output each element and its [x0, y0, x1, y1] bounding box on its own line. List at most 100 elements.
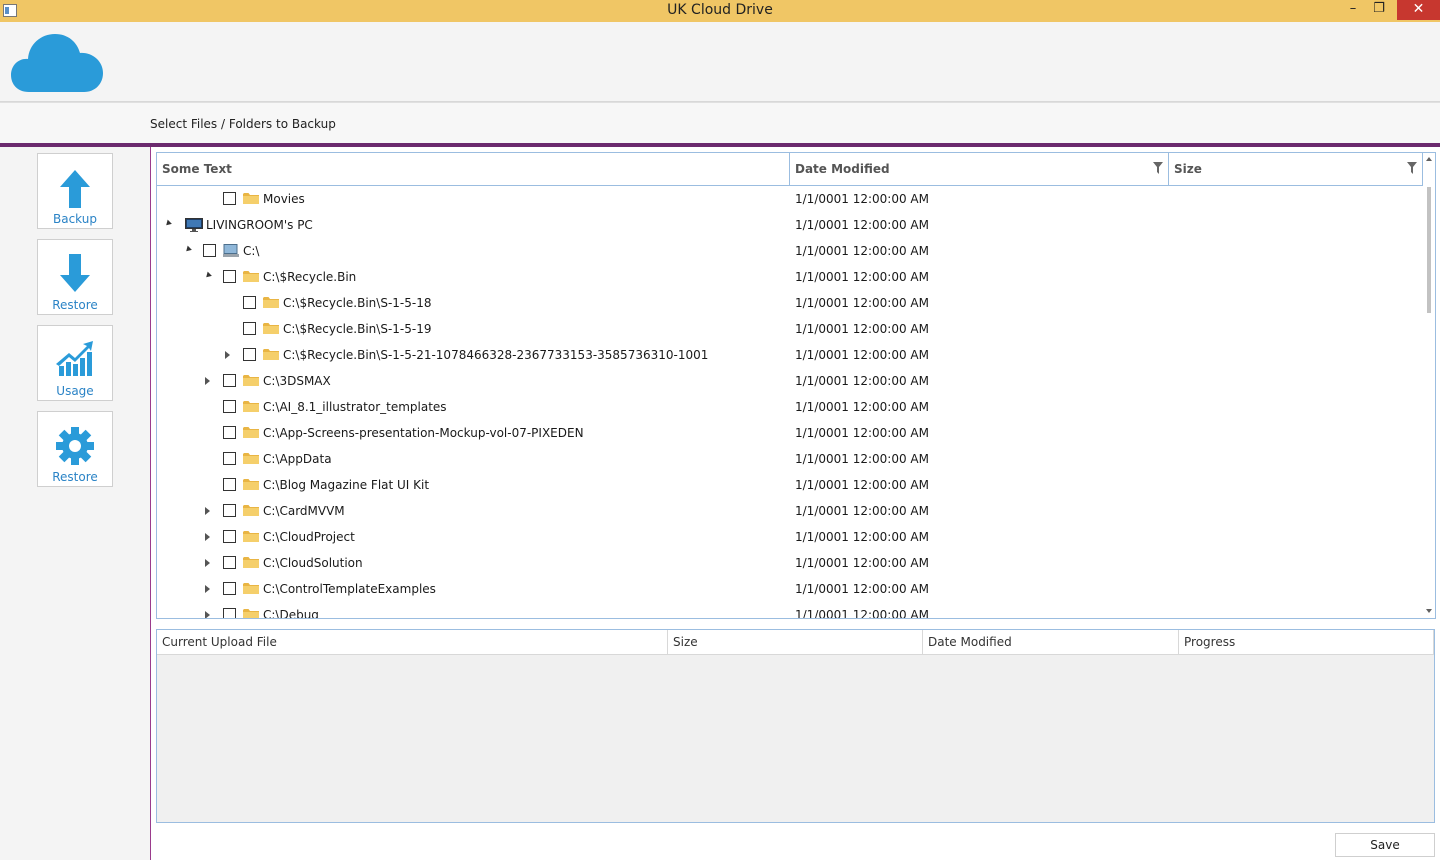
- row-checkbox[interactable]: [243, 322, 256, 335]
- upload-queue-grid[interactable]: Current Upload File Size Date Modified P…: [156, 629, 1435, 823]
- scroll-up-icon[interactable]: [1426, 157, 1432, 161]
- breadcrumb: Select Files / Folders to Backup: [150, 117, 336, 131]
- tree-row[interactable]: C:\ControlTemplateExamples 1/1/0001 12:00…: [157, 576, 1423, 602]
- folder-icon: [243, 452, 259, 468]
- row-date-modified: 1/1/0001 12:00:00 AM: [795, 400, 929, 414]
- arrow-down-icon: [60, 254, 90, 292]
- folder-icon: [263, 348, 279, 364]
- row-checkbox[interactable]: [223, 582, 236, 595]
- tree-row[interactable]: C:\$Recycle.Bin\S-1-5-21-1078466328-2367…: [157, 342, 1423, 368]
- minimize-button[interactable]: –: [1340, 0, 1366, 20]
- maximize-button[interactable]: ❐: [1366, 0, 1392, 20]
- row-name: C:\$Recycle.Bin: [263, 270, 357, 284]
- close-button[interactable]: ✕: [1397, 0, 1440, 20]
- row-date-modified: 1/1/0001 12:00:00 AM: [795, 556, 929, 570]
- sidebar-item-backup[interactable]: Backup: [37, 153, 113, 229]
- expand-arrow-icon[interactable]: [205, 611, 210, 618]
- save-button[interactable]: Save: [1335, 833, 1435, 857]
- sidebar-item-restore[interactable]: Restore: [37, 239, 113, 315]
- folder-icon: [243, 504, 259, 520]
- tree-header: Some Text Date Modified Size: [157, 153, 1423, 186]
- sidebar-item-label: Usage: [56, 384, 94, 398]
- tree-row[interactable]: C:\Debug 1/1/0001 12:00:00 AM: [157, 602, 1423, 618]
- sidebar-item-label: Restore: [52, 298, 98, 312]
- row-checkbox[interactable]: [223, 530, 236, 543]
- expand-arrow-icon[interactable]: [205, 585, 210, 593]
- tree-row[interactable]: C:\AppData 1/1/0001 12:00:00 AM: [157, 446, 1423, 472]
- row-date-modified: 1/1/0001 12:00:00 AM: [795, 322, 929, 336]
- tree-row[interactable]: C:\$Recycle.Bin\S-1-5-18 1/1/0001 12:00:0…: [157, 290, 1423, 316]
- row-date-modified: 1/1/0001 12:00:00 AM: [795, 296, 929, 310]
- scrollbar-thumb[interactable]: [1427, 187, 1431, 313]
- folder-icon: [243, 556, 259, 572]
- column-header-progress[interactable]: Progress: [1179, 630, 1434, 655]
- tree-row[interactable]: C:\Blog Magazine Flat UI Kit 1/1/0001 12:…: [157, 472, 1423, 498]
- tree-body: Movies 1/1/0001 12:00:00 AM LIVINGROOM's P…: [157, 186, 1423, 618]
- expand-arrow-icon[interactable]: [205, 507, 210, 515]
- folder-icon: [243, 582, 259, 598]
- row-checkbox[interactable]: [223, 270, 236, 283]
- column-header-date-modified[interactable]: Date Modified: [790, 153, 1169, 185]
- row-checkbox[interactable]: [223, 426, 236, 439]
- filter-icon[interactable]: [1407, 162, 1417, 174]
- gear-icon: [56, 427, 94, 465]
- row-name: Movies: [263, 192, 305, 206]
- vertical-scrollbar[interactable]: [1423, 153, 1435, 618]
- tree-row[interactable]: C:\3DSMAX 1/1/0001 12:00:00 AM: [157, 368, 1423, 394]
- row-name: C:\ControlTemplateExamples: [263, 582, 436, 596]
- row-name: C:\Blog Magazine Flat UI Kit: [263, 478, 430, 492]
- row-name: C:\CloudSolution: [263, 556, 363, 570]
- row-checkbox[interactable]: [223, 504, 236, 517]
- row-checkbox[interactable]: [223, 374, 236, 387]
- row-name: C:\CardMVVM: [263, 504, 345, 518]
- row-checkbox[interactable]: [223, 556, 236, 569]
- column-header-date-modified[interactable]: Date Modified: [923, 630, 1179, 655]
- sidebar-item-label: Backup: [53, 212, 97, 226]
- sidebar-item-restore-settings[interactable]: Restore: [37, 411, 113, 487]
- column-header-current-upload-file[interactable]: Current Upload File: [157, 630, 668, 655]
- row-name: C:\App-Screens-presentation-Mockup-vol-0…: [263, 426, 584, 440]
- filter-icon[interactable]: [1153, 162, 1163, 174]
- tree-row[interactable]: LIVINGROOM's PC 1/1/0001 12:00:00 AM: [157, 212, 1423, 238]
- folder-icon: [243, 192, 259, 208]
- tree-row[interactable]: C:\AI_8.1_illustrator_templates 1/1/0001 …: [157, 394, 1423, 420]
- tree-row[interactable]: C:\CloudProject 1/1/0001 12:00:00 AM: [157, 524, 1423, 550]
- column-header-label: Some Text: [162, 162, 232, 176]
- sidebar-item-usage[interactable]: Usage: [37, 325, 113, 401]
- column-header-size[interactable]: Size: [1169, 153, 1423, 185]
- collapse-arrow-icon[interactable]: [164, 219, 172, 228]
- folder-icon: [243, 374, 259, 390]
- collapse-arrow-icon[interactable]: [204, 271, 212, 280]
- expand-arrow-icon[interactable]: [205, 559, 210, 567]
- row-checkbox[interactable]: [223, 192, 236, 205]
- tree-row[interactable]: C:\CardMVVM 1/1/0001 12:00:00 AM: [157, 498, 1423, 524]
- column-header-name[interactable]: Some Text: [157, 153, 790, 185]
- row-date-modified: 1/1/0001 12:00:00 AM: [795, 426, 929, 440]
- tree-row[interactable]: C:\ 1/1/0001 12:00:00 AM: [157, 238, 1423, 264]
- expand-arrow-icon[interactable]: [205, 533, 210, 541]
- row-checkbox[interactable]: [223, 478, 236, 491]
- collapse-arrow-icon[interactable]: [184, 245, 192, 254]
- row-checkbox[interactable]: [223, 452, 236, 465]
- row-checkbox[interactable]: [223, 400, 236, 413]
- tree-row[interactable]: C:\CloudSolution 1/1/0001 12:00:00 AM: [157, 550, 1423, 576]
- row-checkbox[interactable]: [203, 244, 216, 257]
- row-checkbox[interactable]: [243, 296, 256, 309]
- row-checkbox[interactable]: [223, 608, 236, 618]
- file-tree-grid[interactable]: Some Text Date Modified Size Movies 1/1/0…: [156, 152, 1436, 619]
- sidebar-item-label: Restore: [52, 470, 98, 484]
- accent-divider: [0, 143, 1440, 147]
- column-header-size[interactable]: Size: [668, 630, 923, 655]
- tree-row[interactable]: C:\$Recycle.Bin 1/1/0001 12:00:00 AM: [157, 264, 1423, 290]
- row-name: C:\: [243, 244, 260, 258]
- column-header-label: Size: [1174, 162, 1202, 176]
- row-checkbox[interactable]: [243, 348, 256, 361]
- tree-row[interactable]: C:\$Recycle.Bin\S-1-5-19 1/1/0001 12:00:0…: [157, 316, 1423, 342]
- row-name: C:\3DSMAX: [263, 374, 331, 388]
- row-date-modified: 1/1/0001 12:00:00 AM: [795, 582, 929, 596]
- tree-row[interactable]: Movies 1/1/0001 12:00:00 AM: [157, 186, 1423, 212]
- expand-arrow-icon[interactable]: [205, 377, 210, 385]
- tree-row[interactable]: C:\App-Screens-presentation-Mockup-vol-0…: [157, 420, 1423, 446]
- scroll-down-icon[interactable]: [1426, 609, 1432, 613]
- expand-arrow-icon[interactable]: [225, 351, 230, 359]
